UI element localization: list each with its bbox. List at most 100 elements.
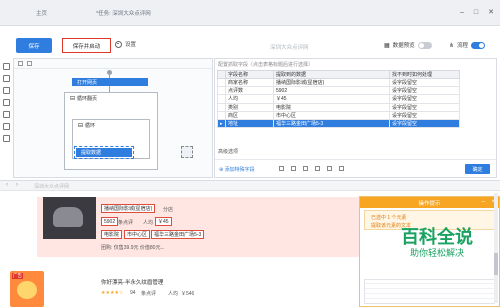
maximize-icon[interactable]: □ <box>474 9 478 16</box>
cell-field-name[interactable]: 类别 <box>225 102 274 112</box>
add-field-label: 添加特殊字段 <box>224 167 255 173</box>
add-special-field-button[interactable]: ⊕ 添加特殊字段 <box>219 166 255 173</box>
price-label: 人均 <box>143 220 154 226</box>
cell-field-name[interactable]: 点评数 <box>225 86 274 96</box>
pointer-icon[interactable] <box>2 63 10 70</box>
cell-action[interactable]: 设字段留空 <box>389 102 460 112</box>
collapse-icon[interactable]: ⊟ <box>78 122 83 129</box>
tips-header: 操作提示 – × <box>360 197 499 208</box>
flow-label: 流程 <box>457 43 469 49</box>
data-preview-icon: ▦ <box>384 42 390 49</box>
scrollbar-thumb[interactable] <box>494 253 498 275</box>
second-reviews-unit: 条点评 <box>141 291 157 297</box>
minimize-icon[interactable]: – <box>460 9 464 16</box>
edit-icon[interactable] <box>291 166 296 171</box>
table-row[interactable]: 人均 ￥45 设字段留空 <box>217 94 460 104</box>
cell-value[interactable]: 播纳国际影城(星宿店) <box>273 77 390 88</box>
column-header-marker <box>217 70 226 79</box>
table-row[interactable]: ▸ 地址 福华三路金田广场5-3 设字段留空 <box>217 118 460 129</box>
watermark: 百科全说 助你轻松解决 <box>382 227 492 259</box>
save-button[interactable]: 保存 <box>16 38 52 53</box>
advanced-options-toggle[interactable]: 高级选项 <box>218 148 238 155</box>
tab-task[interactable]: *任务: 深圳大众点评网 <box>96 9 151 17</box>
column-header-action[interactable]: 找不到时如何处理 <box>389 70 460 79</box>
address-field[interactable]: 福华三路金田广场5-3 <box>151 230 205 239</box>
edit-icon[interactable] <box>2 99 10 106</box>
cell-field-name[interactable]: 地址 <box>225 118 274 129</box>
save-and-start-button[interactable]: 保存并启动 <box>62 38 111 53</box>
cell-action[interactable]: 设字段留空 <box>389 77 460 88</box>
workflow-panel: 打开网页 ⊟ 循环翻页 ⊟ 循环 提取数据 <box>13 58 213 178</box>
discount-text[interactable]: 团购: 仅售39.9元 价值80元... <box>101 244 165 251</box>
flow-node-extract-data[interactable]: 提取数据 <box>74 146 134 159</box>
shop-name-field[interactable]: 播纳国际影城(星宿店) <box>101 204 156 213</box>
cell-action[interactable]: 设字段留空 <box>389 110 460 120</box>
forward-icon[interactable]: › <box>16 182 18 188</box>
cell-field-name[interactable]: 商区 <box>225 110 274 120</box>
cell-field-name[interactable]: 商家名称 <box>225 77 274 88</box>
watermark-main: 百科全说 <box>401 227 473 248</box>
flow-node-loop-page[interactable]: ⊟ 循环翻页 <box>66 94 156 103</box>
reviews-field[interactable]: 5902 <box>101 217 119 226</box>
cell-field-name[interactable]: 人均 <box>225 94 274 104</box>
table-row[interactable]: 类别 电影院 设字段留空 <box>217 102 460 112</box>
browser-bar: ‹ › 深圳大众点评网 <box>0 180 500 191</box>
cell-action[interactable]: 设字段留空 <box>389 94 460 104</box>
tab-home[interactable]: 主页 <box>36 9 47 17</box>
column-header-value[interactable]: 提取到的数据 <box>273 70 390 79</box>
cell-value[interactable]: 电影院 <box>273 102 390 112</box>
node-icon[interactable] <box>2 87 10 94</box>
second-shop-image[interactable]: 广告 <box>10 271 44 307</box>
tips-minimize-icon[interactable]: – <box>482 199 485 205</box>
loop-icon[interactable] <box>2 123 10 130</box>
cell-action[interactable]: 设字段留空 <box>389 118 460 129</box>
move-up-icon[interactable] <box>303 166 308 171</box>
flow-node-loop[interactable]: ⊟ 循环 <box>74 121 148 130</box>
hand-icon[interactable] <box>2 75 10 82</box>
cell-value[interactable]: 5902 <box>273 86 390 96</box>
price-field[interactable]: ￥45 <box>155 217 172 226</box>
table-row[interactable]: 点评数 5902 设字段留空 <box>217 86 460 96</box>
field-table: 字段名称 提取到的数据 找不到时如何处理 商家名称 播纳国际影城(星宿店) 设字段留… <box>217 70 460 129</box>
mouse-icon[interactable] <box>2 135 10 142</box>
close-icon[interactable]: ✕ <box>488 9 494 16</box>
cell-value[interactable]: ￥45 <box>273 94 390 104</box>
table-row[interactable]: 商家名称 播纳国际影城(星宿店) 设字段留空 <box>217 77 460 88</box>
branch-link[interactable]: 分店 <box>163 206 173 213</box>
cell-value[interactable]: 福华三路金田广场5-3 <box>273 118 390 129</box>
flow-node-open-page[interactable]: 打开网页 <box>72 78 148 86</box>
second-price: ￥546 <box>181 291 195 297</box>
category-field[interactable]: 电影院 <box>101 230 123 239</box>
qr-icon[interactable] <box>181 146 193 158</box>
page-scrollbar[interactable] <box>494 193 498 303</box>
config-hint: 配置抓取字段（点击表格标题后进行选择） <box>218 62 314 68</box>
data-preview-switch[interactable] <box>417 41 432 49</box>
watermark-sub: 助你轻松解决 <box>409 248 464 258</box>
district-field[interactable]: 市中心区 <box>124 230 151 239</box>
settings-button[interactable]: 设置 <box>115 40 136 48</box>
export-icon[interactable] <box>327 166 332 171</box>
shop-image[interactable] <box>43 197 96 239</box>
collapse-icon[interactable]: ⊟ <box>70 95 75 102</box>
column-header-field-name[interactable]: 字段名称 <box>225 70 274 79</box>
confirm-button[interactable]: 确定 <box>465 164 490 174</box>
table-row[interactable]: 商区 市中心区 设字段留空 <box>217 110 460 120</box>
move-down-icon[interactable] <box>315 166 320 171</box>
row-marker <box>217 94 226 104</box>
second-shop-name[interactable]: 你好漂亮-半永久纹眉管理 <box>101 278 163 286</box>
address-bar[interactable]: 深圳大众点评网 <box>34 183 69 190</box>
flow-toggle[interactable]: ⋔ 流程 <box>449 41 486 49</box>
delete-icon[interactable] <box>279 166 284 171</box>
settings-icon[interactable] <box>339 166 344 171</box>
zoom-in-icon[interactable] <box>18 61 23 66</box>
export-icon[interactable] <box>2 111 10 118</box>
zoom-out-icon[interactable] <box>27 61 32 66</box>
cell-value[interactable]: 市中心区 <box>273 110 390 120</box>
field-config-panel: 配置抓取字段（点击表格标题后进行选择） 字段名称 提取到的数据 找不到时如何处理… <box>214 58 497 178</box>
task-title-input[interactable]: 深圳大众点评网 <box>270 43 309 51</box>
cell-action[interactable]: 设字段留空 <box>389 86 460 96</box>
loop-label: 循环 <box>85 123 96 129</box>
back-icon[interactable]: ‹ <box>6 182 8 188</box>
flow-switch[interactable] <box>471 41 486 49</box>
data-preview-toggle[interactable]: ▦ 数据预览 <box>384 41 432 49</box>
